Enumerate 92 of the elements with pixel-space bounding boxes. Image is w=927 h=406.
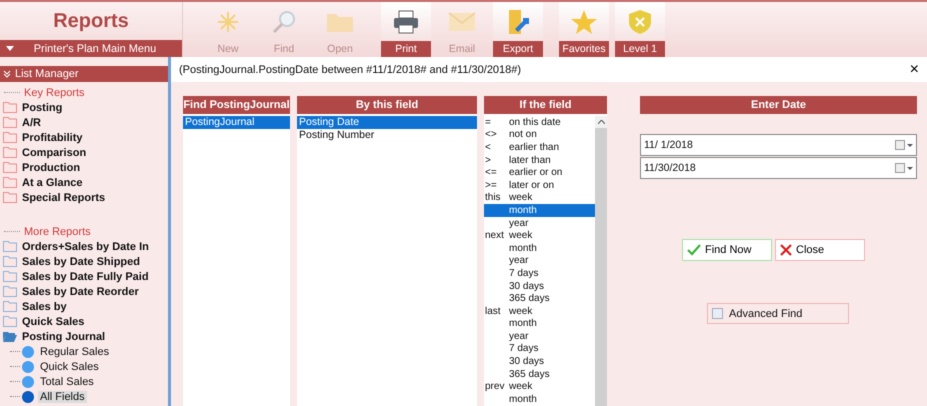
close-button[interactable]: × xyxy=(910,62,919,78)
folder-icon xyxy=(3,162,17,173)
folder-icon xyxy=(3,316,17,327)
list-item[interactable]: 7 days xyxy=(484,267,595,280)
tree-item[interactable]: At a Glance xyxy=(0,175,168,190)
list-item[interactable]: year xyxy=(484,216,595,230)
folder-icon xyxy=(3,286,17,297)
folder-icon xyxy=(3,147,17,158)
close-icon xyxy=(780,244,792,256)
list-item[interactable]: this week xyxy=(484,192,595,204)
list-item[interactable]: 7 days xyxy=(484,342,595,356)
tree-item[interactable]: Posting Journal xyxy=(0,329,168,344)
folder-icon xyxy=(3,102,17,113)
caret-icon xyxy=(6,46,14,51)
dialog-title: (PostingJournal.PostingDate between #11/1/2018# and #11/30/2018#) xyxy=(179,64,522,76)
tree-item[interactable]: Special Reports xyxy=(0,190,168,205)
close-dialog-button[interactable]: Close xyxy=(775,239,865,261)
list-item[interactable]: 30 days xyxy=(484,280,595,292)
tree-item[interactable]: Sales by Date Fully Paid xyxy=(0,269,168,284)
list-item[interactable]: 365 days xyxy=(484,368,595,380)
tree-leaf[interactable]: Regular Sales xyxy=(38,346,112,358)
folder-icon xyxy=(3,192,17,203)
tree-leaf[interactable]: Total Sales xyxy=(38,376,96,388)
folder-icon xyxy=(3,117,17,128)
list-item[interactable]: month xyxy=(484,393,595,406)
column-header: By this field xyxy=(297,96,477,114)
find-now-button[interactable]: Find Now xyxy=(682,239,772,261)
dot-icon xyxy=(22,376,34,388)
list-item[interactable]: month xyxy=(484,318,595,330)
tree-item[interactable]: Quick Sales xyxy=(0,314,168,329)
tree-item[interactable]: Production xyxy=(0,160,168,175)
tree-item[interactable]: Sales by Date Shipped xyxy=(0,254,168,269)
list-item[interactable]: 365 days xyxy=(484,292,595,305)
reports-title: Reports xyxy=(52,8,130,34)
folder-icon xyxy=(3,241,17,252)
column-header: Enter Date xyxy=(640,96,917,114)
main-menu-button[interactable]: Printer's Plan Main Menu xyxy=(0,40,182,57)
list-item[interactable]: prev week xyxy=(484,380,595,394)
list-item[interactable]: next week xyxy=(484,229,595,242)
column-header: Find PostingJournal xyxy=(183,96,290,114)
chevron-icon xyxy=(3,70,11,78)
tree-item[interactable]: Profitability xyxy=(0,130,168,145)
list-item[interactable]: = on this date xyxy=(484,116,595,129)
list-item[interactable]: month xyxy=(484,204,595,217)
tree-item[interactable]: Comparison xyxy=(0,145,168,160)
calendar-icon xyxy=(895,163,913,173)
list-manager-header[interactable]: List Manager xyxy=(0,66,168,82)
folder-icon xyxy=(3,301,17,312)
tree-item[interactable]: Orders+Sales by Date In xyxy=(0,239,168,254)
list-item[interactable]: <= earlier or on xyxy=(484,166,595,179)
list-manager-title: List Manager xyxy=(15,68,79,80)
list-item[interactable]: Posting Date xyxy=(297,116,477,129)
check-icon xyxy=(687,244,701,256)
list-item[interactable]: <> not on xyxy=(484,128,595,142)
date-field[interactable]: 11/ 1/2018 xyxy=(640,134,917,156)
folder-icon xyxy=(3,132,17,143)
tree-leaf[interactable]: All Fields xyxy=(38,390,87,402)
folder-icon xyxy=(3,177,17,188)
folder-icon xyxy=(3,256,17,267)
tree-item[interactable]: A/R xyxy=(0,115,168,130)
column-header: If the field xyxy=(484,96,607,114)
dot-icon xyxy=(22,390,34,402)
list-item[interactable]: 30 days xyxy=(484,355,595,368)
toolbar-button[interactable]: Export xyxy=(493,2,543,57)
tree-item[interactable]: Posting xyxy=(0,100,168,115)
scrollbar[interactable] xyxy=(595,116,607,406)
date-field[interactable]: 11/30/2018 xyxy=(640,157,917,179)
calendar-icon xyxy=(895,140,913,150)
advanced-find-checkbox[interactable]: Advanced Find xyxy=(707,303,849,324)
section-title: Key Reports xyxy=(24,86,85,98)
list-item[interactable]: year xyxy=(484,254,595,268)
dot-icon xyxy=(22,360,34,372)
list-item[interactable]: >= later or on xyxy=(484,178,595,192)
toolbar-button[interactable]: Print xyxy=(381,2,431,57)
section-title: More Reports xyxy=(24,226,91,238)
open-folder-icon xyxy=(3,331,17,342)
printer-icon xyxy=(391,8,421,34)
toolbar-button[interactable]: Level 1 xyxy=(615,2,665,57)
list-item[interactable]: Posting Number xyxy=(297,128,477,142)
folder-icon xyxy=(3,271,17,282)
tree-item[interactable]: Sales by Date Reorder xyxy=(0,284,168,299)
list-item[interactable]: month xyxy=(484,242,595,255)
dot-icon xyxy=(22,346,34,358)
tree-item[interactable]: Sales by xyxy=(0,299,168,314)
toolbar-button[interactable]: Favorites xyxy=(559,2,609,57)
list-item[interactable]: > later than xyxy=(484,154,595,166)
list-item[interactable]: < earlier than xyxy=(484,141,595,154)
list-item[interactable]: last week xyxy=(484,304,595,318)
list-item[interactable]: year xyxy=(484,330,595,343)
star-icon xyxy=(569,8,599,34)
list-item[interactable]: PostingJournal xyxy=(183,116,290,129)
tree-leaf[interactable]: Quick Sales xyxy=(38,360,101,372)
